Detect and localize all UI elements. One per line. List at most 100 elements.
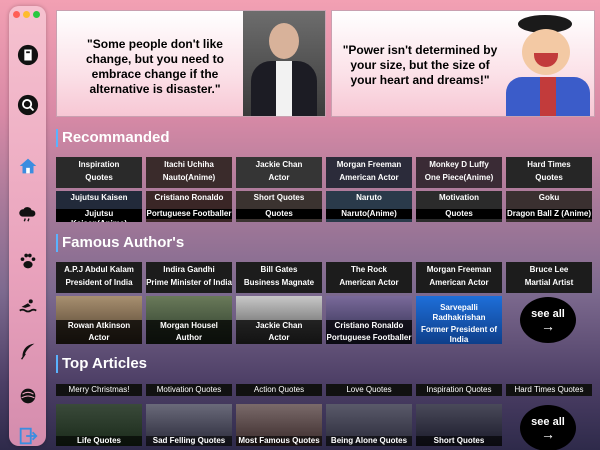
person-portrait: [243, 11, 325, 116]
recommended-tile[interactable]: Inspiration Quotes: [56, 157, 142, 188]
section-title-recommended: Recommanded: [56, 129, 170, 147]
recommended-tile[interactable]: Monkey D Luffy One Piece(Anime): [416, 157, 502, 188]
author-role: Prime Minister of India: [146, 278, 232, 287]
tile-subtitle: American Actor: [339, 173, 399, 182]
see-all-articles-button[interactable]: see all →: [520, 405, 576, 450]
author-name: Jackie Chan: [236, 320, 322, 332]
recommended-tile[interactable]: Hard Times Quotes: [506, 157, 592, 188]
featured-quote-text: "Some people don't like change, but you …: [85, 37, 224, 96]
article-category-label[interactable]: Inspiration Quotes: [416, 384, 502, 396]
tile-subtitle: Dragon Ball Z (Anime): [506, 209, 592, 219]
author-name: Morgan Housel: [146, 320, 232, 332]
tile-title: Goku: [538, 193, 560, 202]
article-photo-tile[interactable]: Short Quotes: [416, 404, 502, 446]
author-name: Bill Gates: [260, 265, 298, 274]
author-role: Business Magnate: [243, 278, 315, 287]
article-title: Sad Felling Quotes: [146, 436, 232, 446]
author-role: Former President of India: [420, 325, 497, 344]
tile-subtitle: Quotes: [416, 209, 502, 219]
recommended-tile[interactable]: Itachi Uchiha Nauto(Anime): [146, 157, 232, 188]
author-tile[interactable]: The Rock American Actor: [326, 262, 412, 293]
author-role: Author: [146, 332, 232, 344]
author-role: American Actor: [339, 278, 399, 287]
article-category-label[interactable]: Motivation Quotes: [146, 384, 232, 396]
author-name: Morgan Freeman: [426, 265, 492, 274]
tile-subtitle: Nauto(Anime): [162, 173, 216, 182]
tile-title: Short Quotes: [253, 193, 305, 202]
window-controls: [13, 11, 40, 18]
article-photo-tile[interactable]: Sad Felling Quotes: [146, 404, 232, 446]
logout-icon[interactable]: [13, 421, 42, 450]
tile-subtitle: Quotes: [85, 173, 113, 182]
recommended-tile[interactable]: Motivation Quotes: [416, 191, 502, 222]
article-category-label[interactable]: Merry Christmas!: [56, 384, 142, 396]
tile-title: Jackie Chan: [255, 160, 303, 169]
author-name: Bruce Lee: [529, 265, 569, 274]
tile-title: Cristiano Ronaldo: [154, 193, 224, 202]
article-title: Most Famous Quotes: [236, 436, 322, 446]
close-window-button[interactable]: [13, 11, 20, 18]
author-role: Actor: [56, 332, 142, 344]
recommended-tile[interactable]: Short Quotes Quotes: [236, 191, 322, 222]
tile-subtitle: Naruto(Anime): [326, 209, 412, 219]
author-photo-tile[interactable]: Rowan Atkinson Actor: [56, 296, 142, 344]
author-tile[interactable]: Bruce Lee Martial Artist: [506, 262, 592, 293]
tile-title: Itachi Uchiha: [164, 160, 214, 169]
recommended-tile[interactable]: Jujutsu Kaisen Jujutsu Kaisen(Anime): [56, 191, 142, 222]
author-photo-tile[interactable]: Cristiano Ronaldo Portuguese Footballer: [326, 296, 412, 344]
article-title: Short Quotes: [416, 436, 502, 446]
author-role: Portuguese Footballer: [326, 332, 412, 344]
article-photo-tile[interactable]: Life Quotes: [56, 404, 142, 446]
sidebar: [9, 6, 46, 446]
yarn-icon[interactable]: [13, 381, 42, 410]
author-name: Sarvepalli Radhakrishan: [432, 303, 486, 322]
article-category-label[interactable]: Action Quotes: [236, 384, 322, 396]
tile-subtitle: Quotes: [535, 173, 563, 182]
tile-subtitle: Actor: [268, 173, 290, 182]
article-photo-tile[interactable]: Being Alone Quotes: [326, 404, 412, 446]
minimize-window-button[interactable]: [23, 11, 30, 18]
quotes-app-icon[interactable]: [13, 40, 42, 69]
see-all-authors-button[interactable]: see all →: [520, 297, 576, 343]
tile-title: Hard Times: [527, 160, 571, 169]
recommended-tile[interactable]: Morgan Freeman American Actor: [326, 157, 412, 188]
author-photo-tile[interactable]: Sarvepalli Radhakrishan Former President…: [416, 296, 502, 344]
author-role: American Actor: [429, 278, 489, 287]
article-photo-tile[interactable]: Most Famous Quotes: [236, 404, 322, 446]
section-title-famous-authors: Famous Author's: [56, 234, 184, 252]
featured-quote-card-1[interactable]: "Some people don't like change, but you …: [56, 10, 326, 117]
author-role: Martial Artist: [524, 278, 574, 287]
tile-subtitle: One Piece(Anime): [424, 173, 494, 182]
author-name: The Rock: [350, 265, 387, 274]
home-icon[interactable]: [13, 151, 42, 180]
tile-title: Morgan Freeman: [336, 160, 402, 169]
author-name: Cristiano Ronaldo: [326, 320, 412, 332]
tile-subtitle: Portuguese Footballer: [146, 209, 232, 219]
feather-icon[interactable]: [13, 336, 42, 365]
tile-title: Jujutsu Kaisen: [70, 193, 128, 202]
article-title: Life Quotes: [56, 436, 142, 446]
article-category-label[interactable]: Love Quotes: [326, 384, 412, 396]
recommended-tile[interactable]: Jackie Chan Actor: [236, 157, 322, 188]
author-photo-tile[interactable]: Morgan Housel Author: [146, 296, 232, 344]
paw-icon[interactable]: [13, 246, 42, 275]
author-tile[interactable]: Bill Gates Business Magnate: [236, 262, 322, 293]
featured-quote-card-2[interactable]: "Power isn't determined by your size, bu…: [331, 10, 595, 117]
author-name: Rowan Atkinson: [56, 320, 142, 332]
author-tile[interactable]: Indira Gandhi Prime Minister of India: [146, 262, 232, 293]
cloud-icon[interactable]: [13, 198, 42, 227]
author-photo-tile[interactable]: Jackie Chan Actor: [236, 296, 322, 344]
author-name: A.P.J Abdul Kalam: [64, 265, 134, 274]
author-role: Actor: [236, 332, 322, 344]
section-title-top-articles: Top Articles: [56, 355, 147, 373]
author-tile[interactable]: Morgan Freeman American Actor: [416, 262, 502, 293]
maximize-window-button[interactable]: [33, 11, 40, 18]
recommended-tile[interactable]: Goku Dragon Ball Z (Anime): [506, 191, 592, 222]
recommended-tile[interactable]: Cristiano Ronaldo Portuguese Footballer: [146, 191, 232, 222]
search-icon[interactable]: [13, 90, 42, 119]
recommended-tile[interactable]: Naruto Naruto(Anime): [326, 191, 412, 222]
article-category-label[interactable]: Hard Times Quotes: [506, 384, 592, 396]
tile-subtitle: Quotes: [236, 209, 322, 219]
swimming-icon[interactable]: [13, 291, 42, 320]
author-tile[interactable]: A.P.J Abdul Kalam President of India: [56, 262, 142, 293]
